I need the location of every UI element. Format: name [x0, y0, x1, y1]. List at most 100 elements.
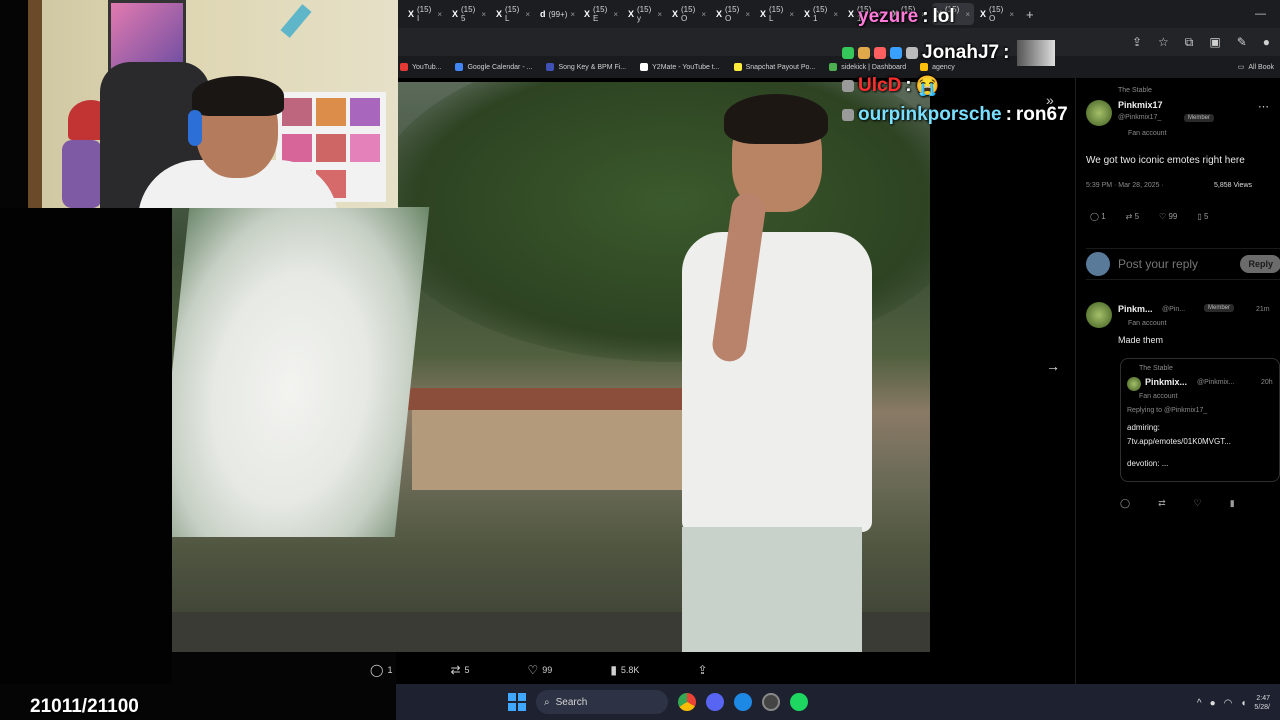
reply-time: 21m	[1256, 306, 1270, 313]
close-tab-icon[interactable]: ×	[437, 10, 442, 19]
comment-icon: ◯	[370, 663, 384, 677]
repost-action[interactable]: ⇄ 5	[450, 663, 469, 677]
close-tab-icon[interactable]: ×	[701, 10, 706, 19]
my-avatar	[1086, 252, 1110, 276]
sidebar-icon[interactable]: ▣	[1209, 35, 1220, 49]
comment-icon[interactable]: ◯	[1120, 498, 1130, 509]
browser-tab[interactable]: X (15) L ×	[756, 3, 798, 25]
tab-favicon: X	[496, 9, 503, 19]
bookmark-link[interactable]: Y2Mate - YouTube t...	[640, 63, 720, 71]
spotify-icon[interactable]	[790, 693, 808, 711]
clock[interactable]: 2:47 5/28/	[1254, 694, 1270, 712]
browser-tab[interactable]: X (15) O ×	[712, 3, 754, 25]
close-tab-icon[interactable]: ×	[525, 10, 530, 19]
quoted-post[interactable]: The Stable Pinkmix... @Pinkmix... 20h Fa…	[1120, 358, 1280, 482]
close-tab-icon[interactable]: ×	[657, 10, 662, 19]
browser-tab[interactable]: X (15) 1 ×	[800, 3, 842, 25]
edit-icon[interactable]: ✎	[1237, 35, 1247, 49]
refresh-app-icon[interactable]	[734, 693, 752, 711]
thread-panel: The Stable Pinkmix17 @Pinkmix17_ Member …	[1075, 78, 1280, 684]
browser-tab[interactable]: X (15) E ×	[580, 3, 622, 25]
close-tab-icon[interactable]: ×	[833, 10, 838, 19]
heart-icon[interactable]: ♡	[1194, 498, 1202, 509]
author-name[interactable]: Pinkmix17	[1118, 100, 1163, 110]
browser-tab-strip: X (15) I × X (15) 5 × X (15) L × d (99+) × X (15) E × X…	[396, 0, 1280, 28]
bookmark-favicon	[455, 63, 464, 71]
repost-icon: ⇄	[450, 663, 461, 677]
bookmark-favicon	[546, 63, 555, 71]
bookmark-link[interactable]: Google Calendar - ...	[455, 63, 532, 71]
browser-tab[interactable]: X (15) 5 ×	[448, 3, 490, 25]
tab-title: (15) E	[593, 5, 608, 23]
quote-line-2[interactable]: 7tv.app/emotes/01K0MVGT...	[1127, 437, 1231, 446]
reply-action[interactable]: ◯ 1	[370, 663, 392, 677]
browser-toolbar: ⇪ ☆ ⧉ ▣ ✎ ●	[396, 28, 1280, 56]
house-roof	[404, 388, 704, 410]
repost-icon[interactable]: ⇄	[1158, 498, 1166, 509]
close-tab-icon[interactable]: ×	[570, 10, 575, 19]
chat-separator: :	[1003, 42, 1010, 63]
close-tab-icon[interactable]: ×	[613, 10, 618, 19]
bookmark-link[interactable]: Song Key & BPM Fi...	[546, 63, 626, 71]
reply-author[interactable]: Pinkm...	[1118, 304, 1153, 314]
avatar-icon[interactable]: ●	[1263, 35, 1270, 49]
close-tab-icon[interactable]: ×	[789, 10, 794, 19]
tab-favicon: d	[540, 9, 546, 19]
browser-tab[interactable]: X (15) I ×	[404, 3, 446, 25]
chrome-icon[interactable]	[678, 693, 696, 711]
discord-icon[interactable]	[706, 693, 724, 711]
chat-username[interactable]: ourpinkporsche	[858, 104, 1002, 126]
chat-username[interactable]: JonahJ7	[922, 42, 999, 64]
browser-tab[interactable]: X (15) L ×	[492, 3, 534, 25]
tab-title: (15) L	[505, 5, 520, 23]
all-bookmarks-link[interactable]: ▭ All Book	[1238, 63, 1274, 72]
star-icon[interactable]: ☆	[1158, 35, 1169, 49]
browser-tab[interactable]: X (15) y ×	[624, 3, 666, 25]
bookmark-link[interactable]: YouTub...	[400, 63, 441, 71]
taskbar-search[interactable]: ⌕ Search	[536, 690, 668, 714]
reply-input[interactable]: Post your reply	[1118, 257, 1198, 271]
chat-username[interactable]: UlcD	[858, 75, 901, 97]
like-action[interactable]: ♡ 99	[528, 663, 553, 677]
bookmark-stat[interactable]: ▯ 5	[1197, 212, 1208, 221]
share-action[interactable]: ⇪	[697, 663, 707, 677]
chat-text: 😭	[915, 76, 940, 97]
mic-icon[interactable]: ●	[1210, 698, 1216, 709]
volume-icon[interactable]: ◖	[1240, 698, 1246, 709]
next-arrow-icon[interactable]: →	[1046, 358, 1060, 374]
share-icon[interactable]: ⇪	[1132, 35, 1142, 49]
tab-title: (15) 5	[461, 5, 476, 23]
post-text: We got two iconic emotes right here	[1086, 155, 1245, 166]
obs-icon[interactable]	[762, 693, 780, 711]
toy-figure	[62, 140, 102, 208]
network-icon[interactable]: ◠	[1224, 698, 1233, 709]
chat-message: JonahJ7:	[842, 40, 1056, 66]
windows-start-icon[interactable]	[508, 693, 526, 711]
close-tab-icon[interactable]: ×	[481, 10, 486, 19]
tab-favicon: X	[672, 9, 679, 19]
taskbar-center: ⌕ Search	[508, 690, 808, 714]
tab-favicon: X	[628, 9, 635, 19]
browser-tab[interactable]: X (15) O ×	[668, 3, 710, 25]
chat-username[interactable]: yezure	[858, 6, 918, 28]
views-action[interactable]: ▮ 5.8K	[610, 663, 639, 677]
browser-tab[interactable]: d (99+) ×	[536, 3, 578, 25]
extensions-icon[interactable]: ⧉	[1185, 35, 1194, 50]
wooden-door	[28, 0, 42, 208]
chat-badge-icon	[842, 11, 854, 23]
bar-chart-icon[interactable]: ▮	[1230, 498, 1235, 509]
more-options-icon[interactable]: ⋯	[1258, 100, 1269, 113]
reply-button[interactable]: Reply	[1240, 255, 1280, 273]
like-stat[interactable]: ♡ 99	[1159, 212, 1177, 221]
member-badge: Member	[1184, 114, 1215, 122]
comment-stat[interactable]: ◯ 1	[1090, 212, 1106, 221]
bookmark-link[interactable]: Snapchat Payout Po...	[733, 63, 815, 71]
close-tab-icon[interactable]: ×	[745, 10, 750, 19]
quote-handle: @Pinkmix...	[1197, 379, 1235, 386]
reply-avatar[interactable]	[1086, 302, 1112, 328]
repost-stat[interactable]: ⇄ 5	[1126, 212, 1139, 221]
minimize-button[interactable]: —	[1255, 8, 1266, 20]
follower-goal-counter: 21011/21100	[30, 696, 139, 717]
chevron-up-icon[interactable]: ^	[1197, 698, 1202, 709]
chat-badge-icon	[890, 47, 902, 59]
